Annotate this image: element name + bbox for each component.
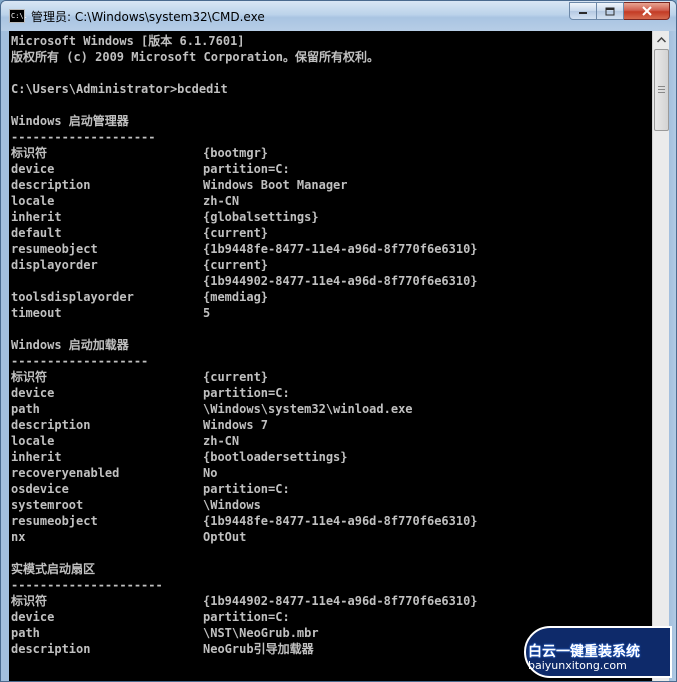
entry-value: {current} — [203, 226, 269, 240]
console-line: Windows 启动加载器 — [11, 338, 129, 352]
entry-value: zh-CN — [203, 194, 240, 208]
entry-value: {1b9448fe-8477-11e4-a96d-8f770f6e6310} — [203, 514, 478, 528]
console-line: ------------------- — [11, 354, 149, 368]
entry-value: OptOut — [203, 530, 247, 544]
entry-value: \NST\NeoGrub.mbr — [203, 626, 319, 640]
entry-value: {1b9448fe-8477-11e4-a96d-8f770f6e6310} — [203, 242, 478, 256]
entry-key: locale — [11, 434, 55, 448]
maximize-icon — [605, 7, 615, 15]
entry-value: partition=C: — [203, 162, 290, 176]
entry-key: 标识符 — [11, 594, 48, 608]
entry-key: device — [11, 162, 55, 176]
entry-value: Windows Boot Manager — [203, 178, 348, 192]
minimize-icon — [579, 12, 587, 14]
entry-key: path — [11, 626, 40, 640]
entry-key: locale — [11, 194, 55, 208]
cmd-window: C:\. 管理员: C:\Windows\system32\CMD.exe Mi… — [0, 0, 677, 682]
chevron-up-icon — [656, 36, 666, 43]
console-line: 实模式启动扇区 — [11, 562, 96, 576]
entry-value: partition=C: — [203, 610, 290, 624]
entry-key: inherit — [11, 210, 62, 224]
entry-value: Windows 7 — [203, 418, 269, 432]
console-line: Windows 启动管理器 — [11, 114, 129, 128]
console-output[interactable]: Microsoft Windows [版本 6.1.7601] 版权所有 (c) … — [9, 31, 652, 681]
entry-key: device — [11, 386, 55, 400]
console-line: 版权所有 (c) 2009 Microsoft Corporation。保留所有… — [11, 50, 379, 64]
entry-key: description — [11, 178, 91, 192]
entry-key: toolsdisplayorder — [11, 290, 134, 304]
grip-icon — [658, 86, 665, 93]
entry-value: NeoGrub引导加载器 — [203, 642, 314, 656]
entry-key: inherit — [11, 450, 62, 464]
entry-key: description — [11, 642, 91, 656]
entry-value: \Windows\system32\winload.exe — [203, 402, 413, 416]
console-line: Microsoft Windows [版本 6.1.7601] — [11, 34, 245, 48]
entry-key: nx — [11, 530, 26, 544]
entry-value: 5 — [203, 306, 211, 320]
entry-key: displayorder — [11, 258, 98, 272]
entry-value: No — [203, 466, 218, 480]
entry-key: path — [11, 402, 40, 416]
entry-key: timeout — [11, 306, 62, 320]
title-bar[interactable]: C:\. 管理员: C:\Windows\system32\CMD.exe — [1, 1, 676, 31]
maximize-button[interactable] — [597, 2, 624, 20]
window-title: 管理员: C:\Windows\system32\CMD.exe — [31, 10, 265, 24]
window-controls — [569, 2, 670, 22]
entry-key: osdevice — [11, 482, 69, 496]
close-icon — [641, 6, 652, 16]
entry-value: {1b944902-8477-11e4-a96d-8f770f6e6310} — [203, 274, 478, 288]
entry-key: resumeobject — [11, 242, 98, 256]
entry-value: partition=C: — [203, 386, 290, 400]
minimize-button[interactable] — [569, 2, 597, 20]
entry-value: {current} — [203, 370, 269, 384]
entry-key: device — [11, 610, 55, 624]
entry-value: {memdiag} — [203, 290, 269, 304]
entry-value: partition=C: — [203, 482, 290, 496]
window-border — [669, 31, 676, 681]
console-line: -------------------- — [11, 130, 156, 144]
entry-key: resumeobject — [11, 514, 98, 528]
scroll-up-button[interactable] — [653, 31, 669, 48]
vertical-scrollbar[interactable] — [652, 31, 669, 681]
watermark-brand: 白云一键重装系统 — [528, 644, 640, 660]
console-line: C:\Users\Administrator>bcdedit — [11, 82, 228, 96]
entry-value: {current} — [203, 258, 269, 272]
watermark: 白云一键重装系统 baiyunxitong.com — [514, 626, 676, 682]
entry-value: {1b944902-8477-11e4-a96d-8f770f6e6310} — [203, 594, 478, 608]
entry-value: {bootloadersettings} — [203, 450, 348, 464]
entry-key: systemroot — [11, 498, 84, 512]
entry-key: 标识符 — [11, 146, 48, 160]
entry-value: {bootmgr} — [203, 146, 269, 160]
entry-key: recoveryenabled — [11, 466, 120, 480]
entry-value: \Windows — [203, 498, 261, 512]
cmd-app-icon[interactable]: C:\. — [9, 9, 28, 23]
entry-key: description — [11, 418, 91, 432]
watermark-url: baiyunxitong.com — [528, 659, 627, 672]
entry-key: 标识符 — [11, 370, 48, 384]
console-line: --------------------- — [11, 578, 163, 592]
entry-value: zh-CN — [203, 434, 240, 448]
close-button[interactable] — [624, 2, 670, 20]
scroll-thumb[interactable] — [654, 49, 669, 131]
entry-key: default — [11, 226, 62, 240]
entry-value: {globalsettings} — [203, 210, 319, 224]
